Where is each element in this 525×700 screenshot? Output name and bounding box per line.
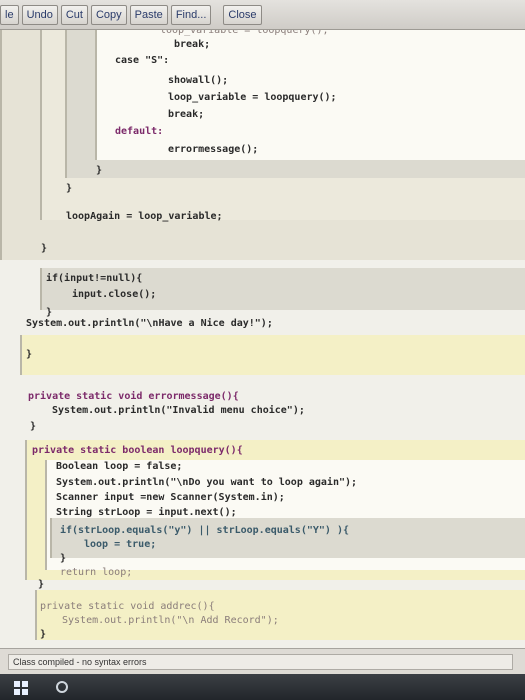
code-line: default:	[115, 126, 164, 137]
app-circle-icon[interactable]	[56, 681, 68, 693]
undo-button[interactable]: Undo	[21, 4, 58, 25]
os-taskbar	[0, 674, 525, 700]
code-line: System.out.println("Invalid menu choice"…	[52, 405, 305, 416]
close-button[interactable]: Close	[223, 4, 262, 25]
code-line: }	[38, 579, 45, 590]
code-line: break;	[174, 39, 211, 50]
code-line: if(input!=null){	[46, 273, 143, 284]
code-line: private static void errormessage(){	[28, 391, 239, 402]
code-line: }	[60, 553, 67, 564]
code-line: System.out.println("\nDo you want to loo…	[56, 477, 358, 488]
code-line: String strLoop = input.next();	[56, 507, 237, 518]
code-line: Scanner input =new Scanner(System.in);	[56, 492, 285, 503]
code-editor[interactable]: loop_variable = loopquery(); break; case…	[0, 30, 525, 648]
find-button[interactable]: Find...	[170, 4, 212, 25]
windows-start-icon[interactable]	[14, 681, 28, 695]
errormessage-block	[20, 335, 525, 375]
code-line: errormessage();	[168, 144, 259, 155]
code-line: loop_variable = loopquery();	[168, 92, 337, 103]
code-line: }	[26, 349, 33, 360]
code-line: Boolean loop = false;	[56, 461, 183, 472]
paste-button[interactable]: Paste	[129, 4, 168, 25]
code-line: }	[96, 165, 103, 176]
copy-button[interactable]: Copy	[90, 4, 127, 25]
code-line: input.close();	[72, 289, 157, 300]
code-line: }	[66, 183, 73, 194]
code-line: return loop;	[60, 567, 133, 578]
compile-button[interactable]: le	[0, 4, 19, 25]
code-line: loop_variable = loopquery();	[160, 30, 329, 36]
code-line: private static void addrec(){	[40, 601, 215, 612]
code-line: showall();	[168, 75, 229, 86]
status-bar: Class compiled - no syntax errors	[0, 648, 525, 674]
code-line: if(strLoop.equals("y") || strLoop.equals…	[60, 525, 349, 536]
code-line: }	[30, 421, 37, 432]
code-line: case "S":	[115, 55, 170, 66]
code-line: private static boolean loopquery(){	[32, 445, 243, 456]
code-line: System.out.println("\nHave a Nice day!")…	[26, 318, 273, 329]
compile-status-message: Class compiled - no syntax errors	[8, 654, 513, 670]
cut-button[interactable]: Cut	[60, 4, 88, 25]
code-line: loopAgain = loop_variable;	[66, 211, 223, 222]
code-line: System.out.println("\n Add Record");	[62, 615, 279, 626]
code-line: break;	[168, 109, 205, 120]
code-line: loop = true;	[84, 539, 157, 550]
editor-toolbar: le Undo Cut Copy Paste Find... Close	[0, 0, 525, 30]
code-line: }	[40, 629, 47, 640]
code-line: }	[41, 243, 48, 254]
